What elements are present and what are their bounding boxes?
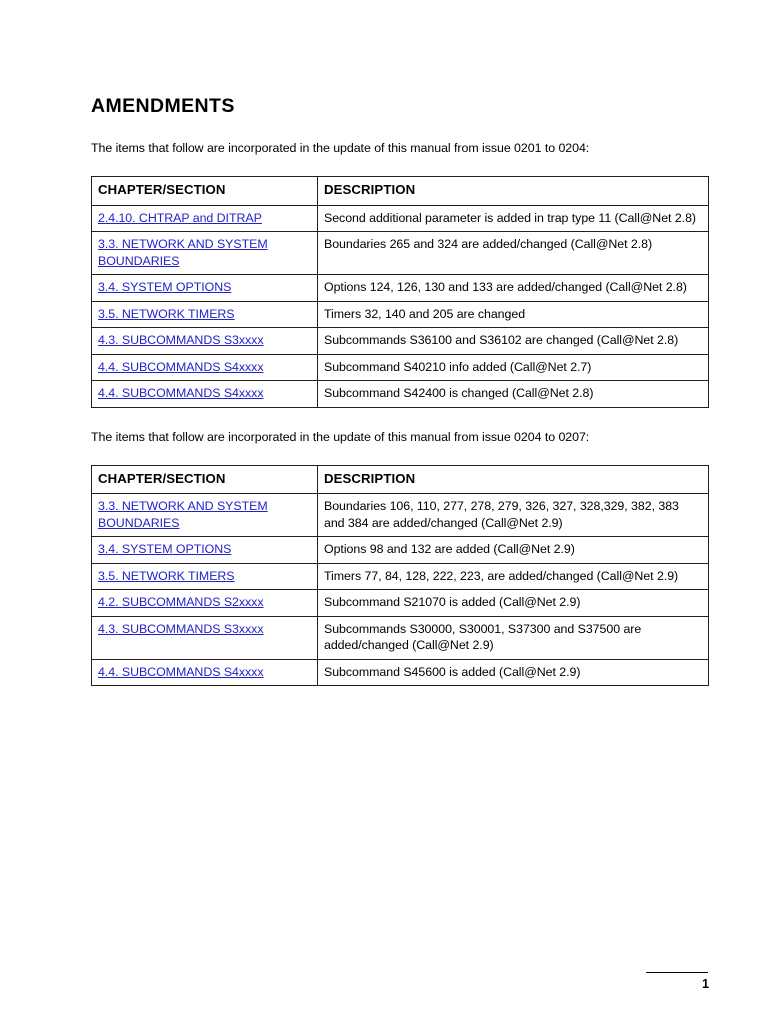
page-footer: 1 [0, 972, 768, 1012]
section-link[interactable]: 3.5. NETWORK TIMERS [98, 307, 235, 321]
table-row: 4.4. SUBCOMMANDS S4xxxx Subcommand S4021… [91, 353, 709, 381]
cell-description: Subcommands S36100 and S36102 are change… [317, 327, 709, 355]
cell-chapter-section: 4.3. SUBCOMMANDS S3xxxx [91, 615, 318, 660]
cell-chapter-section: 3.4. SYSTEM OPTIONS [91, 536, 318, 564]
table-row: 4.3. SUBCOMMANDS S3xxxx Subcommands S361… [91, 327, 709, 355]
table-row: 3.3. NETWORK AND SYSTEM BOUNDARIES Bound… [91, 231, 709, 275]
section-link[interactable]: 3.3. NETWORK AND SYSTEM BOUNDARIES [98, 499, 268, 530]
cell-description: Options 98 and 132 are added (Call@Net 2… [317, 536, 709, 564]
table-2-body: 3.3. NETWORK AND SYSTEM BOUNDARIES Bound… [91, 493, 709, 686]
amendments-table-1: CHAPTER/SECTION DESCRIPTION 2.4.10. CHTR… [91, 176, 709, 408]
intro-paragraph-2: The items that follow are incorporated i… [91, 429, 590, 444]
column-header-chapter-section: CHAPTER/SECTION [91, 464, 318, 494]
cell-description: Subcommands S30000, S30001, S37300 and S… [317, 615, 709, 660]
cell-chapter-section: 3.3. NETWORK AND SYSTEM BOUNDARIES [91, 231, 318, 275]
section-link[interactable]: 2.4.10. CHTRAP and DITRAP [98, 211, 262, 225]
table-row: 2.4.10. CHTRAP and DITRAP Second additio… [91, 204, 709, 232]
cell-chapter-section: 3.5. NETWORK TIMERS [91, 562, 318, 590]
cell-description: Subcommand S45600 is added (Call@Net 2.9… [317, 658, 709, 686]
page-number: 1 [701, 977, 709, 991]
table-row: 3.3. NETWORK AND SYSTEM BOUNDARIES Bound… [91, 493, 709, 537]
cell-chapter-section: 4.4. SUBCOMMANDS S4xxxx [91, 658, 318, 686]
column-header-description: DESCRIPTION [317, 464, 709, 494]
table-row: 4.2. SUBCOMMANDS S2xxxx Subcommand S2107… [91, 589, 709, 617]
cell-chapter-section: 3.3. NETWORK AND SYSTEM BOUNDARIES [91, 493, 318, 537]
section-link[interactable]: 4.4. SUBCOMMANDS S4xxxx [98, 360, 264, 374]
section-link[interactable]: 4.2. SUBCOMMANDS S2xxxx [98, 595, 264, 609]
column-header-chapter-section: CHAPTER/SECTION [91, 176, 318, 206]
cell-description: Boundaries 265 and 324 are added/changed… [317, 231, 709, 275]
table-row: 3.4. SYSTEM OPTIONS Options 124, 126, 13… [91, 274, 709, 302]
table-row: 3.5. NETWORK TIMERS Timers 32, 140 and 2… [91, 300, 709, 328]
cell-description: Boundaries 106, 110, 277, 278, 279, 326,… [317, 493, 709, 537]
table-1-body: 2.4.10. CHTRAP and DITRAP Second additio… [91, 204, 709, 408]
table-header-row: CHAPTER/SECTION DESCRIPTION [91, 176, 709, 206]
amendments-table-2: CHAPTER/SECTION DESCRIPTION 3.3. NETWORK… [91, 464, 709, 686]
cell-chapter-section: 4.2. SUBCOMMANDS S2xxxx [91, 589, 318, 617]
cell-chapter-section: 4.3. SUBCOMMANDS S3xxxx [91, 327, 318, 355]
page-content: AMENDMENTS The items that follow are inc… [91, 94, 709, 686]
title-spacer [91, 118, 708, 140]
table-row: 4.3. SUBCOMMANDS S3xxxx Subcommands S300… [91, 615, 709, 660]
section-link[interactable]: 4.3. SUBCOMMANDS S3xxxx [98, 333, 264, 347]
cell-chapter-section: 3.4. SYSTEM OPTIONS [91, 274, 318, 302]
table-header-row: CHAPTER/SECTION DESCRIPTION [91, 464, 709, 494]
table-row: 4.4. SUBCOMMANDS S4xxxx Subcommand S4240… [91, 380, 709, 408]
table-row: 3.4. SYSTEM OPTIONS Options 98 and 132 a… [91, 536, 709, 564]
section-link[interactable]: 4.4. SUBCOMMANDS S4xxxx [98, 386, 264, 400]
table-2-spacer [91, 445, 708, 465]
cell-description: Subcommand S40210 info added (Call@Net 2… [317, 353, 709, 381]
cell-description: Subcommand S42400 is changed (Call@Net 2… [317, 380, 709, 408]
table-row: 3.5. NETWORK TIMERS Timers 77, 84, 128, … [91, 562, 709, 590]
table-1-spacer [91, 156, 708, 176]
intro-paragraph-1: The items that follow are incorporated i… [91, 141, 590, 155]
cell-chapter-section: 3.5. NETWORK TIMERS [91, 300, 318, 328]
cell-chapter-section: 2.4.10. CHTRAP and DITRAP [91, 204, 318, 232]
section-link[interactable]: 3.5. NETWORK TIMERS [98, 569, 235, 583]
section-link[interactable]: 4.3. SUBCOMMANDS S3xxxx [98, 622, 264, 636]
intro-2-spacer [91, 408, 708, 429]
section-link[interactable]: 4.4. SUBCOMMANDS S4xxxx [98, 665, 264, 679]
cell-description: Options 124, 126, 130 and 133 are added/… [317, 274, 709, 302]
cell-chapter-section: 4.4. SUBCOMMANDS S4xxxx [91, 380, 318, 408]
section-link[interactable]: 3.4. SYSTEM OPTIONS [98, 542, 231, 556]
cell-description: Timers 32, 140 and 205 are changed [317, 300, 709, 328]
cell-description: Second additional parameter is added in … [317, 204, 709, 232]
table-row: 4.4. SUBCOMMANDS S4xxxx Subcommand S4560… [91, 658, 709, 686]
page-title: AMENDMENTS [91, 95, 235, 117]
section-link[interactable]: 3.4. SYSTEM OPTIONS [98, 280, 231, 294]
document-page: AMENDMENTS The items that follow are inc… [0, 0, 768, 1024]
cell-chapter-section: 4.4. SUBCOMMANDS S4xxxx [91, 353, 318, 381]
cell-description: Subcommand S21070 is added (Call@Net 2.9… [317, 589, 709, 617]
cell-description: Timers 77, 84, 128, 222, 223, are added/… [317, 562, 709, 590]
section-link[interactable]: 3.3. NETWORK AND SYSTEM BOUNDARIES [98, 237, 268, 268]
footer-divider [646, 972, 708, 973]
column-header-description: DESCRIPTION [317, 176, 709, 206]
